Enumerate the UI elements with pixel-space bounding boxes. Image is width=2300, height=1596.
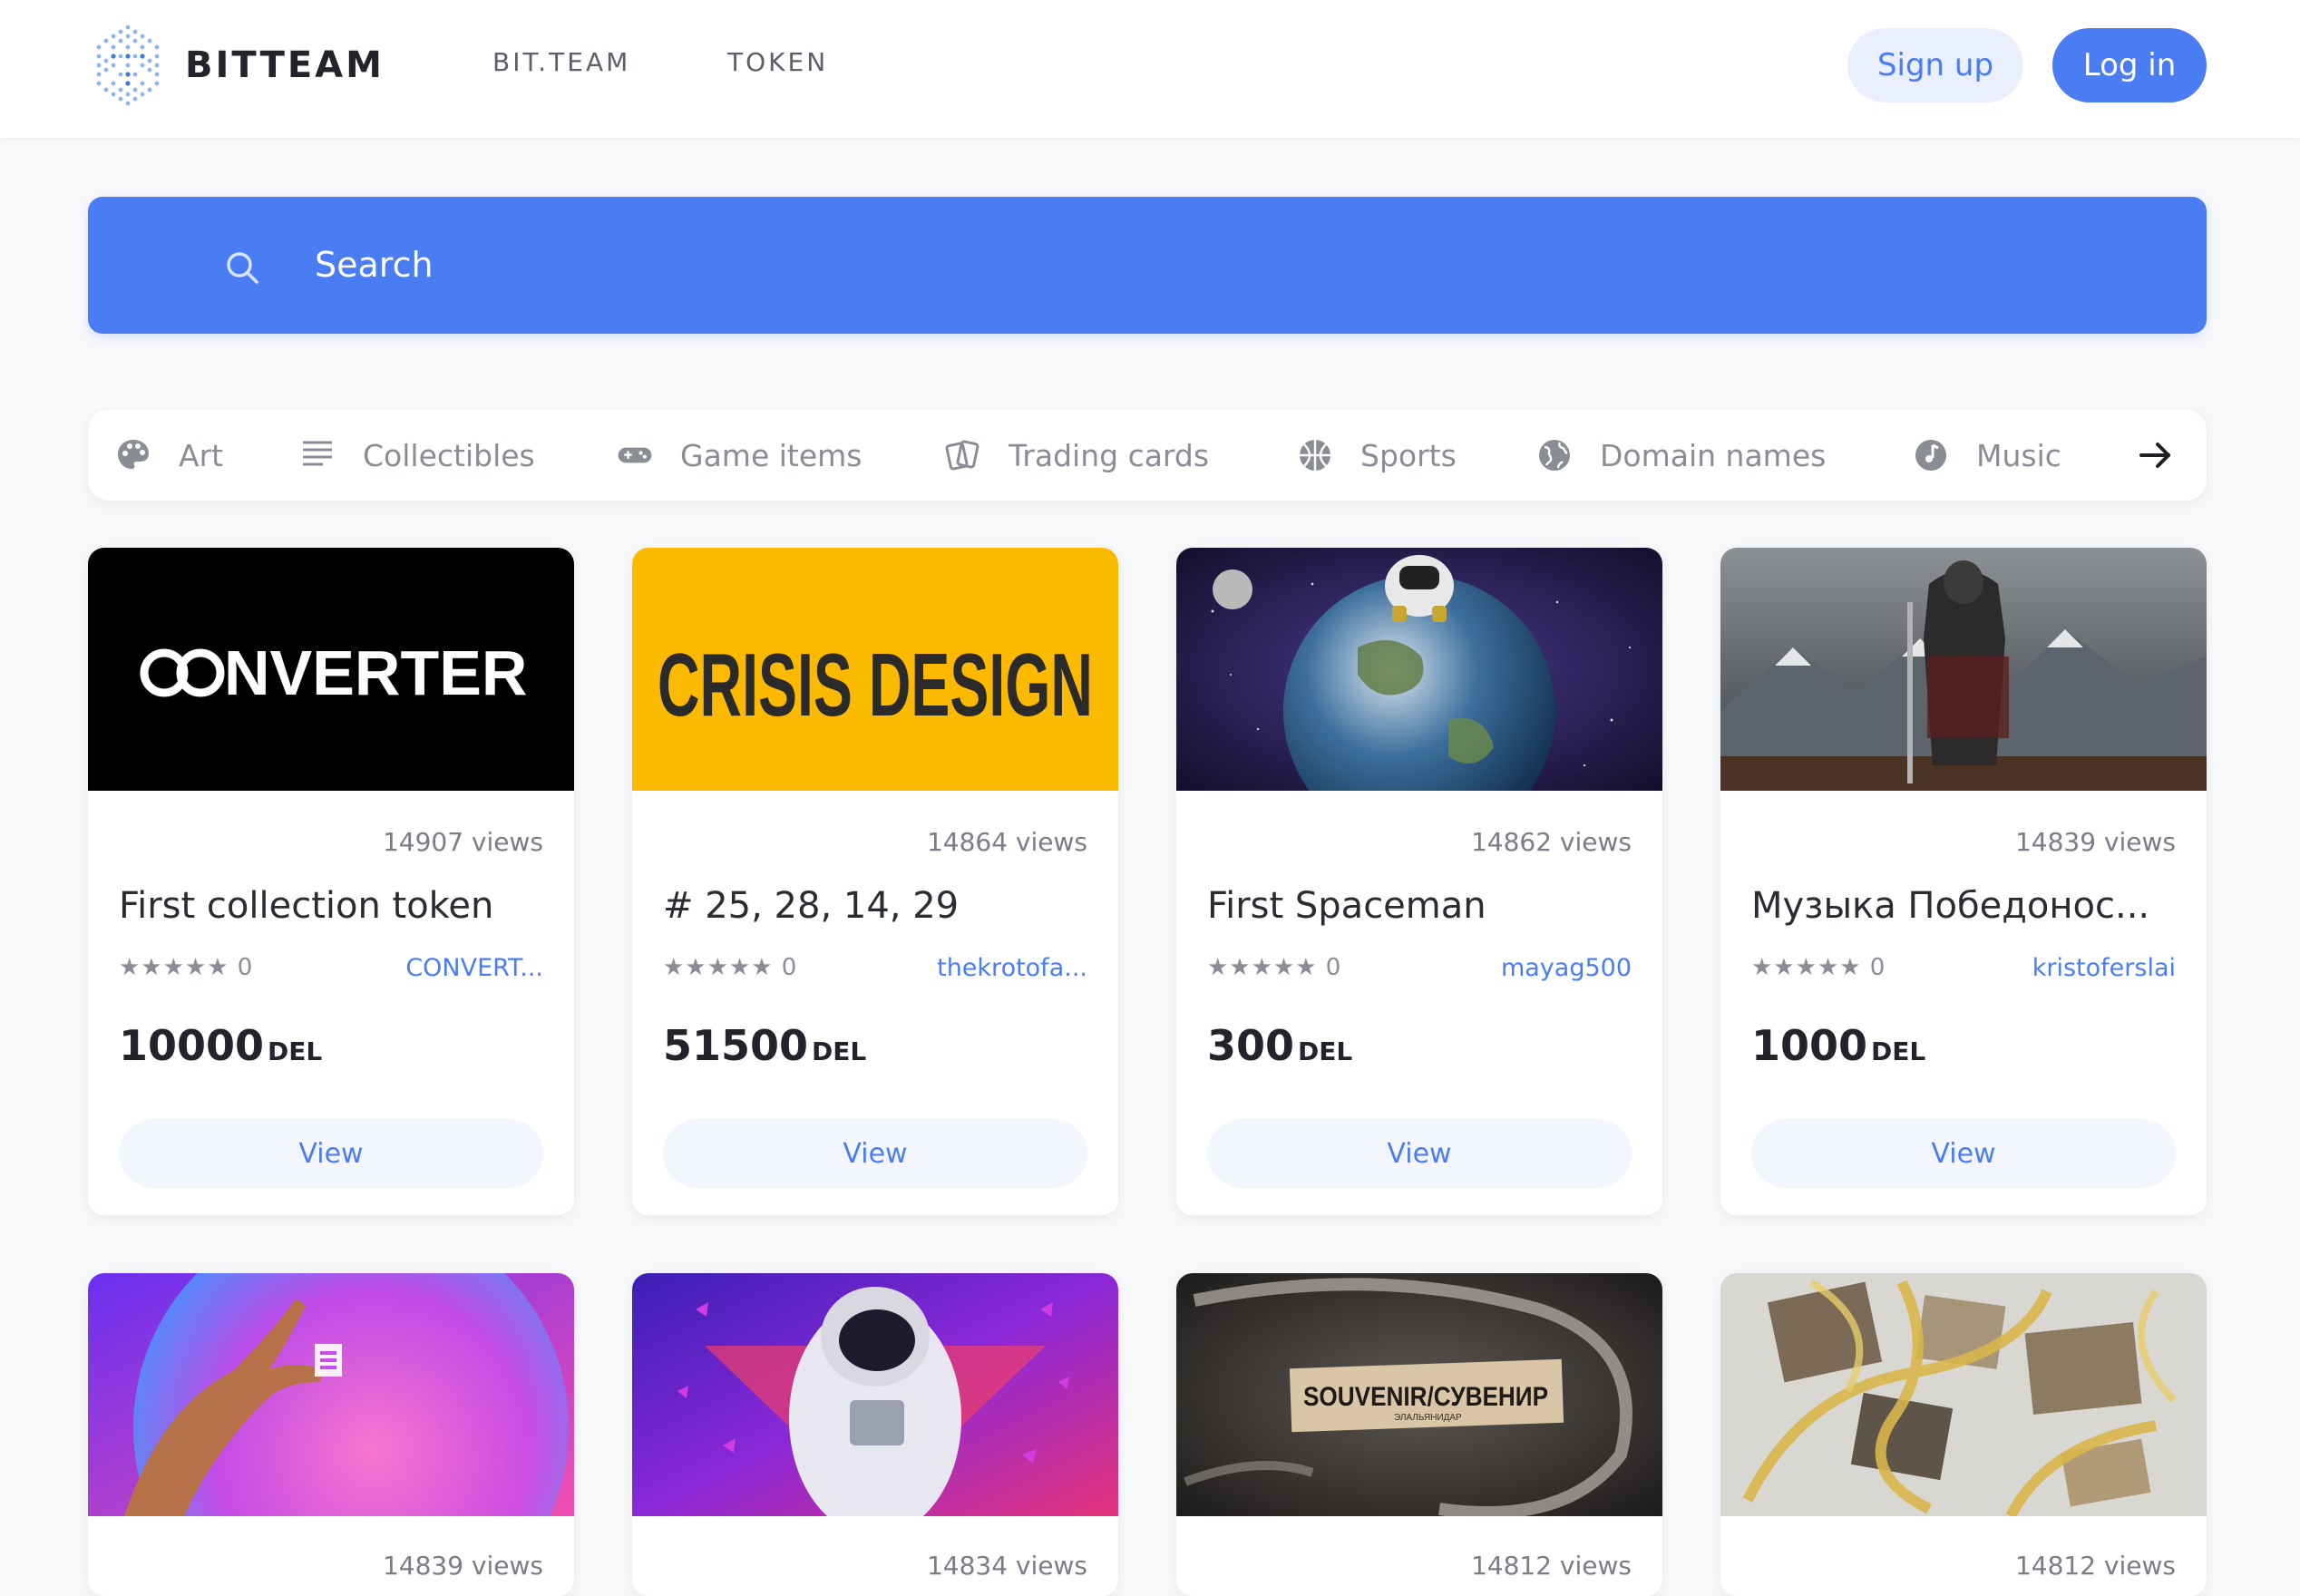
hand-token-image — [88, 1273, 574, 1516]
views-count: 14839 views — [382, 1551, 543, 1581]
converter-logo-image: NVERTER — [88, 548, 574, 791]
souvenir-text: SOUVENIR/СУВЕНИР — [1303, 1382, 1548, 1412]
views-count: 14834 views — [926, 1551, 1087, 1581]
category-label: Game items — [680, 437, 862, 473]
card-title: First collection token — [119, 885, 494, 927]
logo-text: BITTEAM — [185, 44, 385, 86]
price-value: 51500 — [663, 1021, 809, 1070]
nav-link-bitteam[interactable]: BIT.TEAM — [492, 47, 630, 77]
crisis-design-text: CRISIS DESIGN — [658, 635, 1093, 735]
nav-link-token[interactable]: TOKEN — [727, 47, 828, 77]
gold-collage-image — [1720, 1273, 2207, 1516]
arrow-right-icon[interactable] — [2136, 435, 2176, 475]
bitteam-logo-icon — [96, 24, 160, 106]
palette-icon — [118, 440, 149, 469]
converter-logo-text: NVERTER — [224, 637, 527, 708]
view-button[interactable]: View — [119, 1119, 543, 1188]
nft-card[interactable]: 14839 views — [88, 1273, 574, 1596]
category-label: Domain names — [1600, 437, 1827, 473]
nft-card[interactable]: 14862 views First Spaceman ★★★★★ 0 mayag… — [1176, 548, 1662, 1215]
card-image-gold-collage[interactable] — [1720, 1273, 2207, 1516]
price: 10000 DEL — [119, 1021, 322, 1070]
card-image-spaceman[interactable] — [1176, 548, 1662, 791]
category-music[interactable]: Music — [1913, 410, 2061, 501]
souvenir-subtext: ЭЛАЛЬЯНИДАР — [1394, 1413, 1462, 1423]
card-title: Музыка Победонос... — [1751, 885, 2150, 927]
views-count: 14812 views — [2014, 1551, 2176, 1581]
card-image-souvenir[interactable]: SOUVENIR/СУВЕНИР ЭЛАЛЬЯНИДАР — [1176, 1273, 1662, 1516]
view-button[interactable]: View — [1751, 1119, 2176, 1188]
card-image-hand[interactable] — [88, 1273, 574, 1516]
view-button[interactable]: View — [1207, 1119, 1632, 1188]
category-collectibles[interactable]: Collectibles — [299, 410, 535, 501]
category-label: Sports — [1360, 437, 1457, 473]
author-link[interactable]: CONVERT... — [389, 954, 543, 982]
views-count: 14839 views — [2014, 827, 2176, 857]
category-label: Music — [1976, 437, 2061, 473]
category-game-items[interactable]: Game items — [617, 410, 862, 501]
category-label: Collectibles — [363, 437, 535, 473]
views-count: 14812 views — [1470, 1551, 1632, 1581]
view-button[interactable]: View — [663, 1119, 1087, 1188]
price-currency: DEL — [268, 1036, 323, 1066]
author-link[interactable]: thekrotofa... — [933, 954, 1087, 982]
spaceman-earth-image — [1176, 548, 1662, 791]
nft-card[interactable]: NVERTER 14907 views First collection tok… — [88, 548, 574, 1215]
card-image-knight[interactable] — [1720, 548, 2207, 791]
author-link[interactable]: kristoferslai — [2022, 954, 2176, 982]
category-label: Trading cards — [1009, 437, 1210, 473]
category-sports[interactable]: Sports — [1297, 410, 1457, 501]
price-value: 10000 — [119, 1021, 265, 1070]
nft-card[interactable]: CRISIS DESIGN 14864 views # 25, 28, 14, … — [632, 548, 1118, 1215]
search-bar — [88, 197, 2207, 334]
nft-card[interactable]: 14839 views Музыка Победонос... ★★★★★ 0 … — [1720, 548, 2207, 1215]
card-image-crisis-design[interactable]: CRISIS DESIGN — [632, 548, 1118, 791]
card-title: # 25, 28, 14, 29 — [663, 885, 960, 927]
login-button[interactable]: Log in — [2052, 28, 2207, 102]
basketball-icon — [1300, 440, 1330, 471]
rating-stars: ★★★★★ 0 — [119, 954, 254, 981]
rating-stars: ★★★★★ 0 — [663, 954, 798, 981]
price-value: 300 — [1207, 1021, 1295, 1070]
search-icon — [227, 252, 258, 284]
nft-card[interactable]: 14812 views — [1720, 1273, 2207, 1596]
list-icon — [303, 441, 332, 466]
price-currency: DEL — [812, 1036, 867, 1066]
price-currency: DEL — [1871, 1036, 1926, 1066]
price-currency: DEL — [1298, 1036, 1353, 1066]
crisis-design-image: CRISIS DESIGN — [632, 548, 1118, 791]
price: 300 DEL — [1207, 1021, 1352, 1070]
card-image-converter[interactable]: NVERTER — [88, 548, 574, 791]
category-bar: Art Collectibles Game items Trading card… — [88, 410, 2207, 501]
cards-icon — [945, 440, 979, 471]
rating-stars: ★★★★★ 0 — [1207, 954, 1342, 981]
category-domain-names[interactable]: Domain names — [1536, 410, 1826, 501]
rating-stars: ★★★★★ 0 — [1751, 954, 1886, 981]
price: 1000 DEL — [1751, 1021, 1925, 1070]
price-value: 1000 — [1751, 1021, 1868, 1070]
nft-card[interactable]: 14834 views — [632, 1273, 1118, 1596]
category-trading-cards[interactable]: Trading cards — [945, 410, 1209, 501]
views-count: 14864 views — [926, 827, 1087, 857]
category-art[interactable]: Art — [115, 410, 223, 501]
music-icon — [1915, 440, 1946, 471]
card-image-astronaut[interactable] — [632, 1273, 1118, 1516]
price: 51500 DEL — [663, 1021, 866, 1070]
views-count: 14907 views — [382, 827, 543, 857]
knight-mountains-image — [1720, 548, 2207, 791]
top-header: BITTEAM BIT.TEAM TOKEN Sign up Log in — [0, 0, 2300, 138]
astronaut-butterflies-image — [632, 1273, 1118, 1516]
nft-card[interactable]: SOUVENIR/СУВЕНИР ЭЛАЛЬЯНИДАР 14812 views — [1176, 1273, 1662, 1596]
gamepad-icon — [618, 447, 652, 463]
category-label: Art — [179, 437, 224, 473]
logo[interactable]: BITTEAM — [87, 20, 385, 111]
author-link[interactable]: mayag500 — [1477, 954, 1632, 982]
souvenir-label-image: SOUVENIR/СУВЕНИР ЭЛАЛЬЯНИДАР — [1176, 1273, 1662, 1516]
card-title: First Spaceman — [1207, 885, 1486, 927]
views-count: 14862 views — [1470, 827, 1632, 857]
search-input[interactable] — [315, 233, 2038, 297]
signup-button[interactable]: Sign up — [1847, 28, 2023, 102]
globe-icon — [1539, 440, 1570, 471]
